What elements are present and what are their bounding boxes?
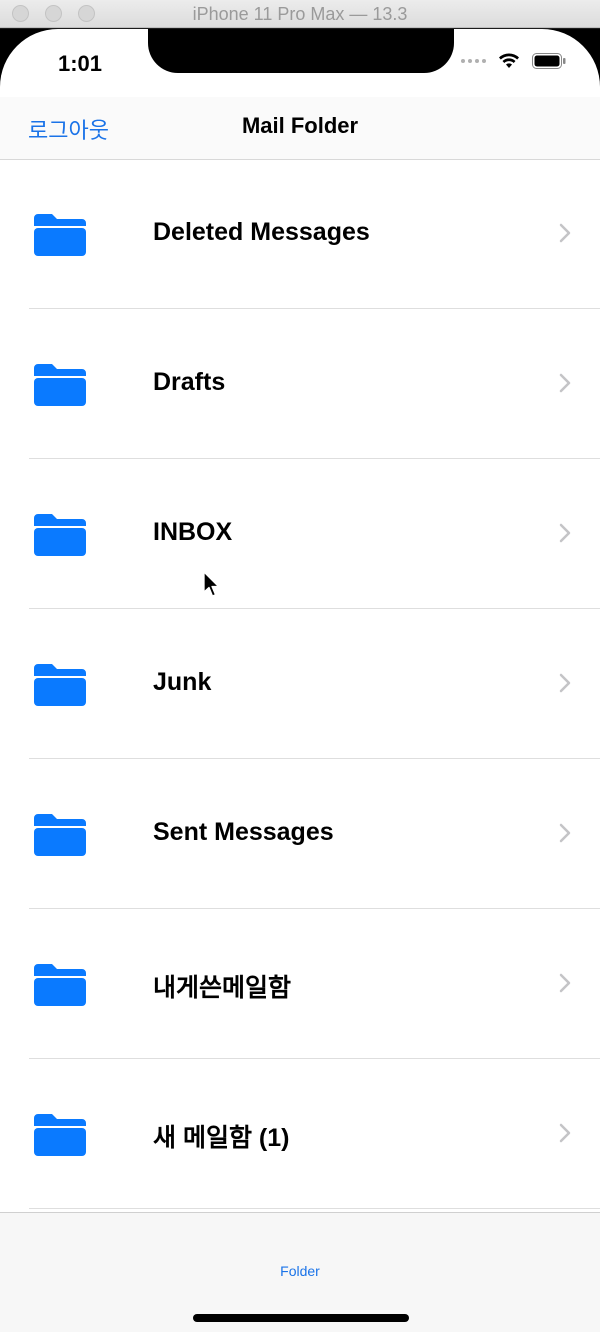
folder-row-inbox[interactable]: INBOX [0,459,600,609]
chevron-right-icon [559,973,571,993]
chevron-right-icon [559,823,571,843]
cellular-dots-icon [461,59,486,63]
folder-label: Junk [153,668,212,696]
battery-icon [532,53,566,69]
folder-icon [34,364,86,406]
home-indicator[interactable] [193,1314,409,1322]
folder-label: INBOX [153,518,233,546]
mouse-pointer-icon [203,571,220,597]
folder-list: Deleted Messages Drafts INBOX Junk Sent … [0,159,600,1209]
folder-icon [34,664,86,706]
tab-folder[interactable]: Folder [0,1263,600,1279]
folder-row-new-mailbox[interactable]: 새 메일함 (1) [0,1059,600,1209]
folder-row-junk[interactable]: Junk [0,609,600,759]
phone-frame: 1:01 로그아웃 Mail Folder Deleted Messages D… [0,29,600,1332]
folder-label: Drafts [153,368,226,396]
folder-row-my-sent-to-self[interactable]: 내게쓴메일함 [0,909,600,1059]
chevron-right-icon [559,523,571,543]
phone-screen: 1:01 로그아웃 Mail Folder Deleted Messages D… [0,29,600,1332]
folder-label: Deleted Messages [153,218,370,246]
folder-icon [34,1114,86,1156]
chevron-right-icon [559,1123,571,1143]
folder-icon [34,214,86,256]
chevron-right-icon [559,373,571,393]
simulator-titlebar: iPhone 11 Pro Max — 13.3 [0,0,600,28]
folder-label: 내게쓴메일함 [153,974,292,1002]
status-time: 1:01 [58,51,103,76]
folder-row-sent-messages[interactable]: Sent Messages [0,759,600,909]
chevron-right-icon [559,223,571,243]
folder-label: Sent Messages [153,818,334,846]
folder-icon [34,514,86,556]
folder-icon [34,814,86,856]
simulator-window-title: iPhone 11 Pro Max — 13.3 [192,4,408,24]
folder-icon [34,964,86,1006]
folder-row-deleted-messages[interactable]: Deleted Messages [0,159,600,309]
page-title: Mail Folder [241,113,359,138]
notch [148,29,454,73]
status-icons [461,53,566,69]
chevron-right-icon [559,673,571,693]
folder-row-drafts[interactable]: Drafts [0,309,600,459]
wifi-icon [499,53,519,68]
folder-label: 새 메일함 (1) [153,1124,290,1152]
navigation-bar: 로그아웃 Mail Folder [0,97,600,160]
